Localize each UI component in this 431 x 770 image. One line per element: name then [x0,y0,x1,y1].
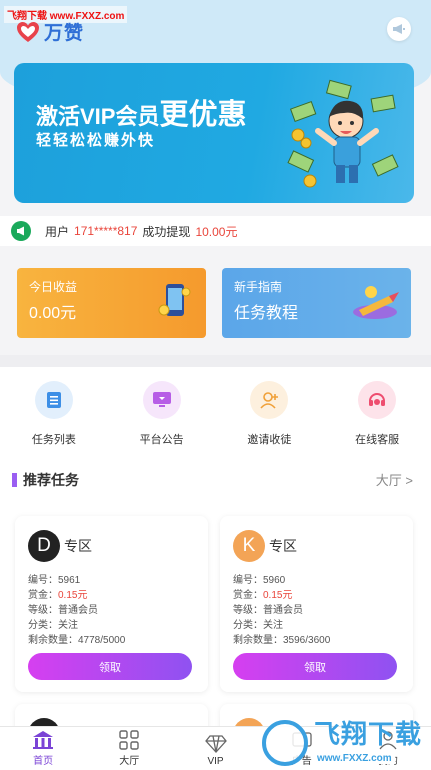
claim-button[interactable]: 领取 [28,653,192,680]
task-badge: K [233,530,265,562]
home-icon [33,731,54,749]
app-name: 万赞 [44,23,85,44]
task-card[interactable]: D 专区 编号：5961 赏金：0.15元 等级：普通会员 分类：关注 剩余数量… [15,516,208,692]
hall-link[interactable]: 大厅 > [376,470,413,489]
shortcut-invite[interactable]: 邀请收徒 [216,381,324,447]
megaphone-icon [11,221,31,241]
today-earnings-card[interactable]: 今日收益 0.00元 [17,268,206,338]
grid-icon [119,730,139,750]
tab-label: 首页 [33,756,54,767]
claim-button[interactable]: 领取 [233,653,397,680]
task-header: D 专区 [28,530,195,562]
ticker-phone: 171*****817 [74,224,138,238]
banner-headline: 激活VIP会员更优惠 [36,99,247,131]
notification-button[interactable] [387,17,411,41]
rocket-icon [353,286,399,319]
tab-home[interactable]: 首页 [0,727,86,770]
shortcut-label: 邀请收徒 [247,434,292,446]
list-icon [34,381,73,419]
shortcut-label: 任务列表 [31,434,76,446]
invite-user-icon [250,381,289,419]
task-zone: 专区 [269,538,297,554]
money-boy-illustration-icon [287,79,399,188]
recommended-tasks-title: 推荐任务 [12,470,79,490]
megaphone-icon [393,24,405,34]
task-zone: 专区 [64,538,92,554]
ticker-amount: 10.00元 [195,224,238,239]
shortcut-label: 平台公告 [139,434,184,446]
task-details: 编号：5961 赏金：0.15元 等级：普通会员 分类：关注 剩余数量：4778… [28,575,126,646]
title-accent-bar [12,473,17,487]
diamond-icon [204,735,227,753]
tab-label: VIP [207,756,224,767]
tab-label: 大厅 [119,756,140,767]
watermark-logo-icon [262,720,308,766]
app-logo: 万赞 [16,18,84,45]
shortcut-announcements[interactable]: 平台公告 [108,381,216,447]
vip-promo-banner[interactable]: 激活VIP会员更优惠 轻轻松松赚外快 [14,63,414,203]
watermark-text: 飞翔下载 www.FXXZ.com [314,719,423,764]
banner-subline: 轻轻松松赚外快 [36,132,156,149]
ticker-user-label: 用户 [45,224,70,239]
watermark-bottom: 飞翔下载 www.FXXZ.com [262,716,431,770]
shortcut-task-list[interactable]: 任务列表 [0,381,108,447]
phone-coin-icon [158,284,191,316]
tab-hall[interactable]: 大厅 [86,727,172,770]
task-badge: D [28,530,60,562]
shortcut-label: 在线客服 [355,434,400,446]
withdrawal-ticker: 用户 171*****817 成功提现 10.00元 [0,216,431,246]
beginner-guide-card[interactable]: 新手指南 任务教程 [222,268,411,338]
headset-icon [358,381,397,419]
task-card[interactable]: K 专区 编号：5960 赏金：0.15元 等级：普通会员 分类：关注 剩余数量… [220,516,413,692]
ticker-action: 成功提现 [142,224,191,239]
task-details: 编号：5960 赏金：0.15元 等级：普通会员 分类：关注 剩余数量：3596… [233,575,331,646]
heart-logo-icon [17,21,39,42]
monitor-icon [142,381,181,419]
shortcut-support[interactable]: 在线客服 [323,381,431,447]
section-separator [0,355,431,367]
tab-vip[interactable]: VIP [172,727,258,770]
task-header: K 专区 [233,530,400,562]
shortcut-row: 任务列表 平台公告 邀请收徒 在线客服 [0,381,431,447]
